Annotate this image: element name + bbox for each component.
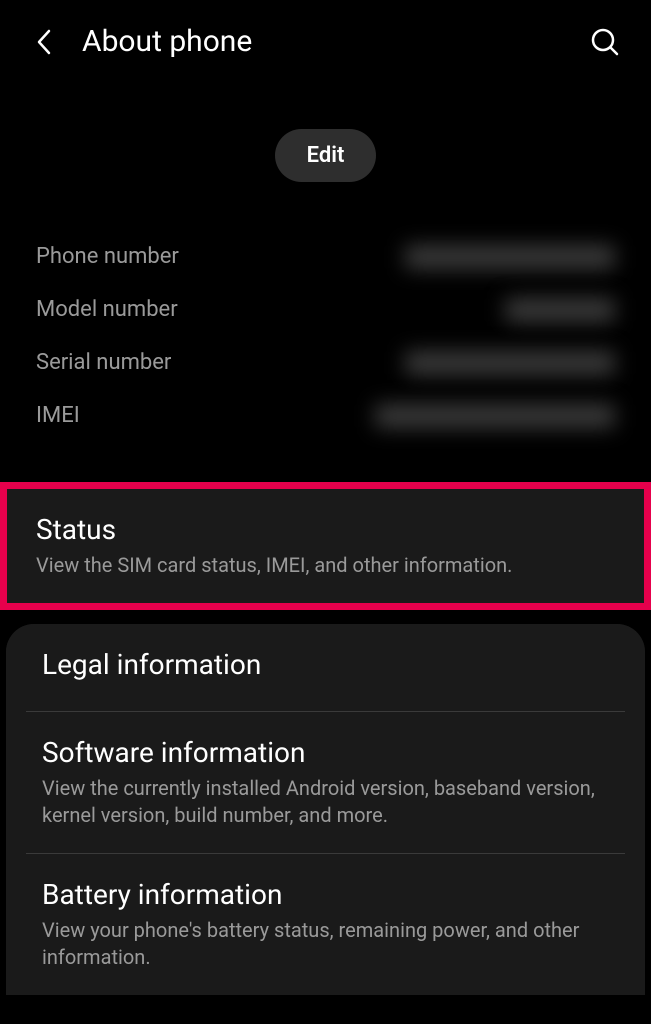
- info-rows: Phone number Model number Serial number …: [0, 230, 651, 442]
- header: About phone: [0, 0, 651, 79]
- info-row-imei: IMEI: [36, 389, 615, 442]
- menu-card: Legal information Software information V…: [6, 624, 645, 995]
- menu-item-battery[interactable]: Battery information View your phone's ba…: [6, 854, 645, 995]
- info-value-blurred: [505, 298, 615, 322]
- info-row-model-number: Model number: [36, 283, 615, 336]
- menu-title: Software information: [42, 736, 609, 769]
- menu-title: Battery information: [42, 878, 609, 911]
- menu-title: Status: [36, 513, 615, 546]
- info-value-blurred: [405, 351, 615, 375]
- info-value-blurred: [405, 245, 615, 269]
- menu-title: Legal information: [42, 648, 609, 681]
- menu-section: Status View the SIM card status, IMEI, a…: [0, 482, 651, 995]
- menu-description: View the currently installed Android ver…: [42, 775, 609, 829]
- menu-item-legal[interactable]: Legal information: [6, 624, 645, 711]
- page-title: About phone: [82, 24, 252, 59]
- info-label: Phone number: [36, 244, 179, 269]
- edit-button-container: Edit: [0, 79, 651, 230]
- info-value-blurred: [375, 404, 615, 428]
- menu-item-software[interactable]: Software information View the currently …: [6, 712, 645, 853]
- info-label: IMEI: [36, 403, 80, 428]
- menu-item-status[interactable]: Status View the SIM card status, IMEI, a…: [0, 482, 651, 610]
- info-row-phone-number: Phone number: [36, 230, 615, 283]
- info-label: Serial number: [36, 350, 171, 375]
- menu-description: View your phone's battery status, remain…: [42, 917, 609, 971]
- edit-button[interactable]: Edit: [275, 129, 377, 182]
- search-icon[interactable]: [589, 26, 621, 58]
- menu-description: View the SIM card status, IMEI, and othe…: [36, 552, 615, 579]
- back-icon[interactable]: [30, 28, 58, 56]
- info-label: Model number: [36, 297, 178, 322]
- info-row-serial-number: Serial number: [36, 336, 615, 389]
